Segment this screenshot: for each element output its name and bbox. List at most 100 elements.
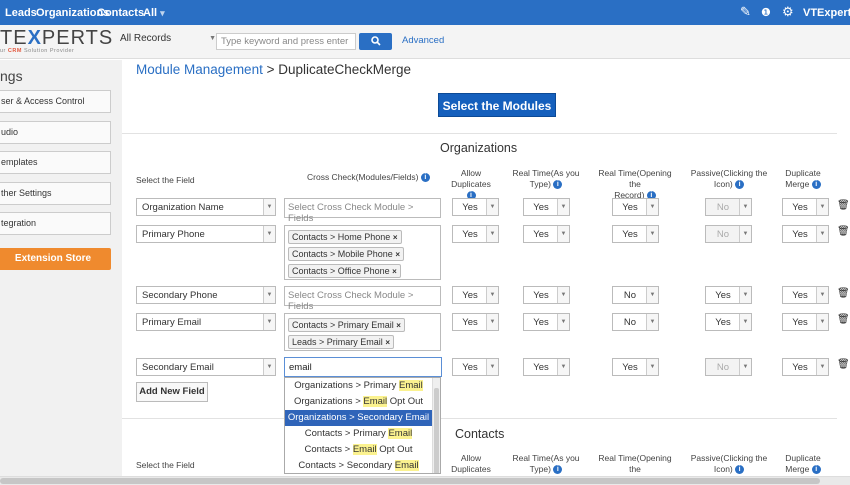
- cross-check-chip[interactable]: Contacts > Primary Email ×: [288, 318, 405, 332]
- chevron-down-icon: ▼: [646, 199, 658, 215]
- cross-check-chip[interactable]: Contacts > Mobile Phone ×: [288, 247, 404, 261]
- dropdown-scroll-thumb[interactable]: [434, 388, 439, 473]
- gear-icon[interactable]: ⚙: [782, 4, 794, 20]
- info-icon[interactable]: i: [420, 173, 430, 183]
- close-icon[interactable]: ×: [385, 338, 390, 347]
- logo[interactable]: TEXPERTS ur CRM Solution Provider: [0, 27, 114, 57]
- allow-duplicates-select[interactable]: Yes ▼: [452, 286, 499, 304]
- trash-icon[interactable]: 🗑: [837, 226, 850, 237]
- duplicate-merge-select[interactable]: Yes ▼: [782, 286, 829, 304]
- cross-check-chip[interactable]: Contacts > Office Phone ×: [288, 264, 401, 278]
- trash-icon[interactable]: 🗑: [837, 314, 850, 325]
- allow-duplicates-select[interactable]: Yes ▼: [452, 225, 499, 243]
- breadcrumb-current: DuplicateCheckMerge: [278, 62, 412, 77]
- chevron-down-icon: ▼: [646, 314, 658, 330]
- info-icon[interactable]: ❶: [761, 6, 771, 19]
- passive-select[interactable]: Yes ▼: [705, 286, 752, 304]
- cross-check-input[interactable]: Contacts > Home Phone × Contacts > Mobil…: [284, 225, 441, 280]
- add-new-field-button[interactable]: Add New Field: [136, 382, 208, 402]
- allow-duplicates-select[interactable]: Yes ▼: [452, 198, 499, 216]
- realtime-typing-select[interactable]: Yes ▼: [523, 358, 570, 376]
- info-icon[interactable]: i: [553, 180, 563, 190]
- search-button[interactable]: [359, 33, 392, 50]
- records-filter-select[interactable]: All Records ▼: [120, 33, 216, 50]
- horizontal-scrollbar[interactable]: [0, 476, 850, 485]
- duplicate-merge-select[interactable]: Yes ▼: [782, 225, 829, 243]
- passive-select[interactable]: Yes ▼: [705, 313, 752, 331]
- realtime-opening-select[interactable]: Yes ▼: [612, 358, 659, 376]
- logo-text: TEXPERTS: [0, 27, 114, 49]
- info-icon[interactable]: i: [811, 465, 821, 475]
- allow-duplicates-select[interactable]: Yes ▼: [452, 358, 499, 376]
- cross-check-chip[interactable]: Leads > Primary Email ×: [288, 335, 394, 349]
- realtime-typing-select[interactable]: Yes ▼: [523, 225, 570, 243]
- trash-icon[interactable]: 🗑: [837, 288, 850, 299]
- field-select[interactable]: Secondary Email ▼: [136, 358, 276, 376]
- info-icon[interactable]: i: [735, 465, 745, 475]
- dropdown-option-selected[interactable]: Organizations > Secondary Email: [285, 410, 440, 426]
- realtime-opening-select[interactable]: Yes ▼: [612, 198, 659, 216]
- field-select[interactable]: Organization Name ▼: [136, 198, 276, 216]
- cross-check-input[interactable]: Select Cross Check Module > Fields: [284, 198, 441, 224]
- cross-check-chip[interactable]: Contacts > Home Phone ×: [288, 230, 402, 244]
- info-icon[interactable]: i: [735, 180, 745, 190]
- duplicate-merge-select[interactable]: Yes ▼: [782, 198, 829, 216]
- close-icon[interactable]: ×: [396, 321, 401, 330]
- realtime-opening-select[interactable]: No ▼: [612, 313, 659, 331]
- col-allow-duplicates: AllowDuplicates i: [451, 168, 491, 201]
- field-select[interactable]: Secondary Phone ▼: [136, 286, 276, 304]
- nav-all-label: All: [143, 7, 158, 19]
- passive-select: No ▼: [705, 198, 752, 216]
- close-icon[interactable]: ×: [393, 233, 398, 242]
- dropdown-option[interactable]: Organizations > Email Opt Out: [285, 394, 440, 410]
- divider: [122, 418, 837, 419]
- info-icon[interactable]: i: [553, 465, 563, 475]
- select-modules-button[interactable]: Select the Modules: [438, 93, 556, 117]
- breadcrumb-module-management[interactable]: Module Management: [136, 62, 263, 77]
- chevron-down-icon: ▼: [486, 314, 498, 330]
- dropdown-option[interactable]: Organizations > Primary Email: [285, 378, 440, 394]
- cross-check-input[interactable]: Contacts > Primary Email × Leads > Prima…: [284, 313, 441, 351]
- dropdown-option[interactable]: Contacts > Email Opt Out: [285, 442, 440, 458]
- field-select[interactable]: Primary Email ▼: [136, 313, 276, 331]
- trash-icon[interactable]: 🗑: [837, 200, 850, 211]
- sidebar-item-studio[interactable]: udio: [0, 121, 111, 144]
- realtime-typing-select[interactable]: Yes ▼: [523, 286, 570, 304]
- nav-leads[interactable]: Leads: [5, 7, 37, 19]
- realtime-opening-select[interactable]: Yes ▼: [612, 225, 659, 243]
- sidebar-item-integration[interactable]: tegration: [0, 212, 111, 235]
- advanced-search-link[interactable]: Advanced: [402, 35, 444, 46]
- allow-duplicates-select[interactable]: Yes ▼: [452, 313, 499, 331]
- realtime-opening-select[interactable]: No ▼: [612, 286, 659, 304]
- extension-store-button[interactable]: Extension Store: [0, 248, 111, 270]
- sidebar-item-other-settings[interactable]: ther Settings: [0, 182, 111, 205]
- col-select-field: Select the Field: [136, 460, 195, 470]
- col-duplicate-merge: Duplicate Merge i: [785, 168, 821, 190]
- col-cross-check: Cross Check(Modules/Fields) i: [307, 172, 430, 183]
- field-select[interactable]: Primary Phone ▼: [136, 225, 276, 243]
- search-icon: [370, 36, 381, 46]
- pencil-icon[interactable]: ✎: [740, 4, 751, 20]
- cross-check-input[interactable]: Select Cross Check Module > Fields: [284, 286, 441, 312]
- dropdown-option[interactable]: Contacts > Secondary Email: [285, 458, 440, 473]
- horizontal-scroll-thumb[interactable]: [0, 478, 820, 484]
- nav-all[interactable]: All ▾: [143, 7, 165, 19]
- nav-contacts[interactable]: Contacts: [97, 7, 144, 19]
- sidebar-item-templates[interactable]: emplates: [0, 151, 111, 174]
- realtime-typing-select[interactable]: Yes ▼: [523, 313, 570, 331]
- sidebar-item-user-access[interactable]: ser & Access Control: [0, 90, 111, 113]
- info-icon[interactable]: i: [811, 180, 821, 190]
- search-input[interactable]: Type keyword and press enter: [216, 33, 356, 50]
- trash-icon[interactable]: 🗑: [837, 359, 850, 370]
- chevron-down-icon: ▾: [160, 8, 165, 18]
- duplicate-merge-select[interactable]: Yes ▼: [782, 358, 829, 376]
- close-icon[interactable]: ×: [395, 250, 400, 259]
- dropdown-scrollbar[interactable]: [432, 378, 440, 473]
- close-icon[interactable]: ×: [392, 267, 397, 276]
- duplicate-merge-select[interactable]: Yes ▼: [782, 313, 829, 331]
- cross-check-search-input[interactable]: email: [284, 357, 442, 377]
- chevron-down-icon: ▼: [646, 359, 658, 375]
- account-name[interactable]: VTExperts.co: [803, 7, 850, 19]
- realtime-typing-select[interactable]: Yes ▼: [523, 198, 570, 216]
- dropdown-option[interactable]: Contacts > Primary Email: [285, 426, 440, 442]
